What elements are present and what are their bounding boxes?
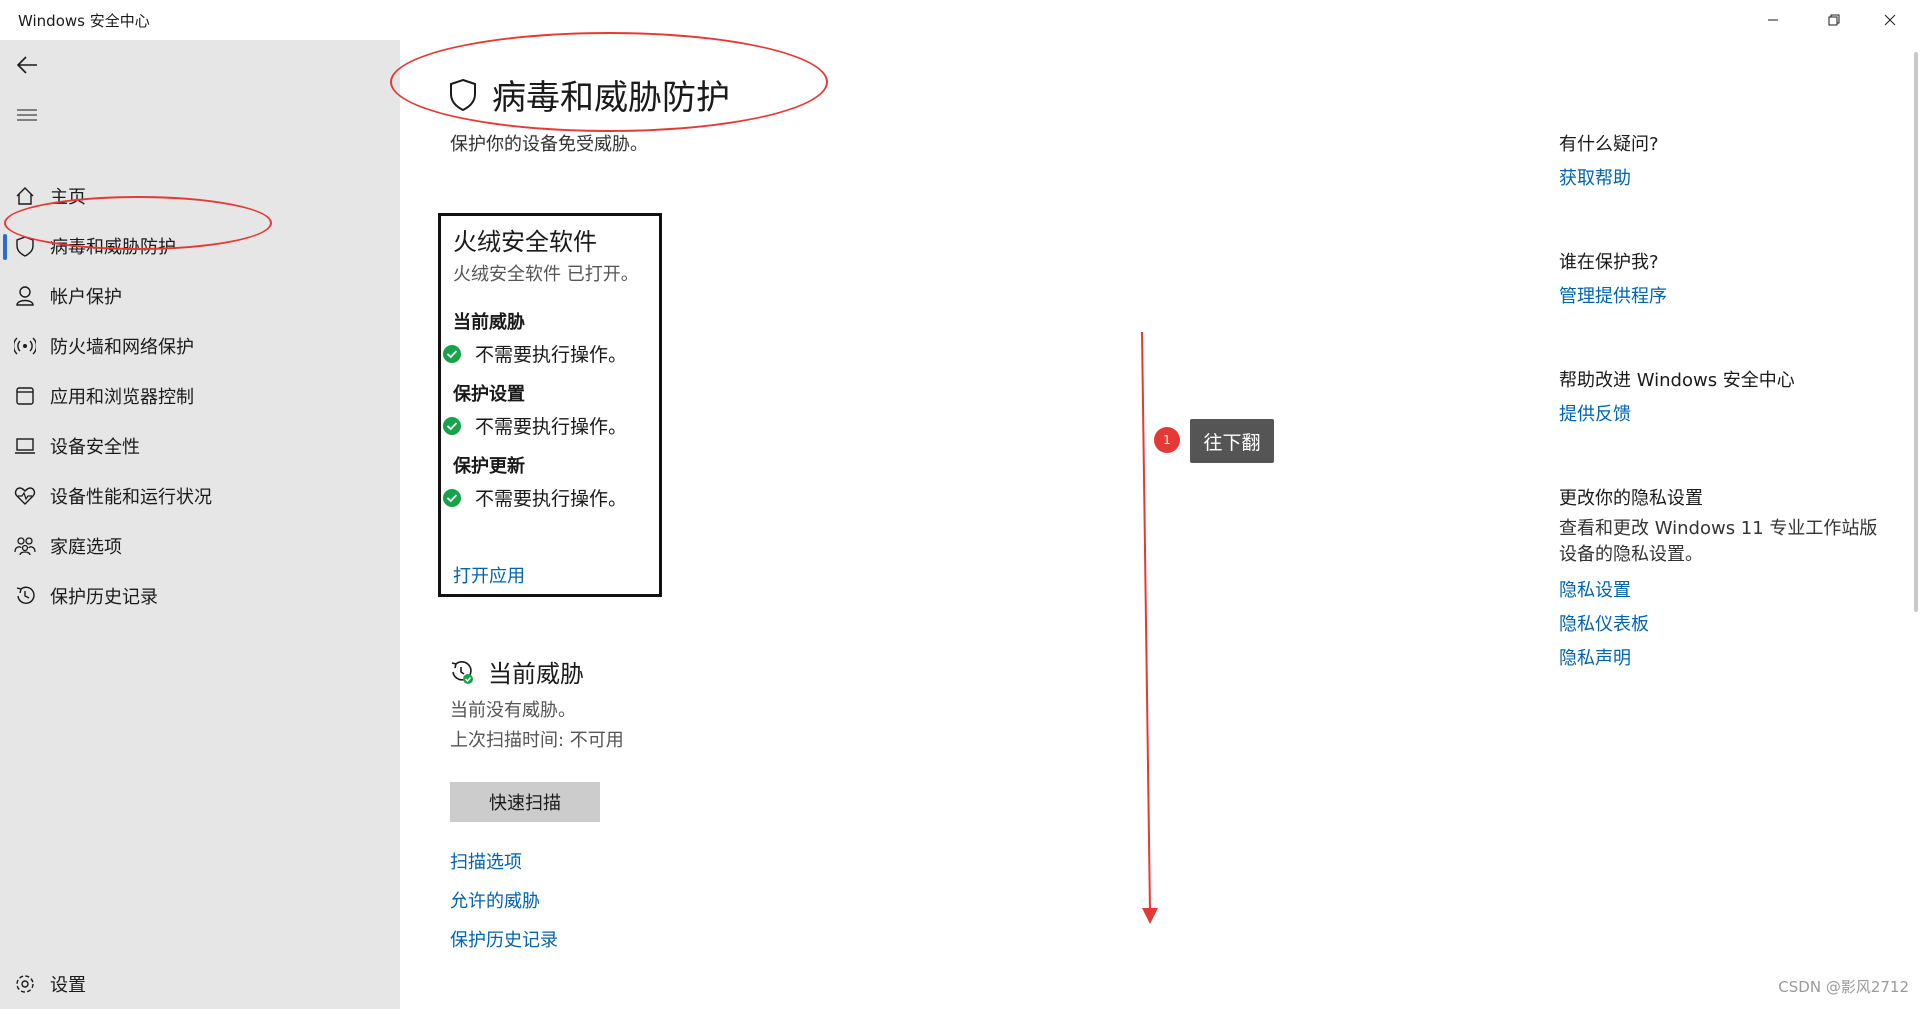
threats-status: 当前没有威胁。 (450, 700, 576, 721)
sidebar-item-label: 应用和浏览器控制 (50, 387, 194, 408)
sidebar-item-label: 家庭选项 (50, 537, 122, 558)
sidebar: 主页 病毒和威胁防护 帐户保护 防火墙和网络保护 应用和浏览器控制 设备安全性 … (0, 40, 400, 1009)
gear-icon (12, 971, 38, 997)
sidebar-item-label: 保护历史记录 (50, 587, 158, 608)
quick-scan-button[interactable]: 快速扫描 (450, 782, 600, 822)
annotation-ellipse-nav (4, 196, 272, 250)
section-status-row: 不需要执行操作。 (443, 412, 627, 439)
watermark: CSDN @影风2712 (1778, 978, 1909, 996)
section-heading: 当前威胁 (453, 312, 525, 333)
check-circle-icon (443, 344, 461, 363)
threats-header: 当前威胁 (448, 654, 584, 689)
threats-title: 当前威胁 (488, 660, 584, 688)
close-icon (1884, 14, 1896, 26)
sidebar-item-firewall[interactable]: 防火墙和网络保护 (0, 324, 400, 368)
section-heading: 保护设置 (453, 384, 525, 405)
person-icon (12, 283, 38, 309)
get-help-link[interactable]: 获取帮助 (1559, 164, 1889, 190)
annotation-down-arrow (1141, 331, 1158, 924)
allowed-threats-link[interactable]: 允许的威胁 (450, 887, 540, 913)
sidebar-item-family[interactable]: 家庭选项 (0, 524, 400, 568)
sidebar-item-device-security[interactable]: 设备安全性 (0, 424, 400, 468)
window-title: Windows 安全中心 (18, 12, 150, 30)
sidebar-item-protection-history[interactable]: 保护历史记录 (0, 574, 400, 618)
hamburger-menu-button[interactable] (12, 100, 42, 130)
provider-group: 谁在保护我? 管理提供程序 (1559, 248, 1889, 308)
scan-options-link[interactable]: 扫描选项 (450, 848, 522, 874)
check-circle-icon (443, 416, 461, 435)
section-status: 不需要执行操作。 (475, 416, 628, 438)
restore-icon (1828, 14, 1840, 26)
privacy-group: 更改你的隐私设置 查看和更改 Windows 11 专业工作站版 设备的隐私设置… (1559, 484, 1889, 670)
sidebar-item-label: 帐户保护 (50, 287, 122, 308)
help-heading: 有什么疑问? (1559, 134, 1659, 155)
settings-label: 设置 (50, 975, 86, 996)
check-circle-icon (443, 488, 461, 507)
minimize-button[interactable] (1745, 0, 1801, 40)
who-protects-heading: 谁在保护我? (1559, 252, 1659, 273)
wifi-icon (12, 333, 38, 359)
section-status: 不需要执行操作。 (475, 344, 628, 366)
privacy-heading: 更改你的隐私设置 (1559, 488, 1703, 509)
sidebar-item-label: 设备安全性 (50, 437, 140, 458)
back-button[interactable] (12, 50, 42, 80)
improve-heading: 帮助改进 Windows 安全中心 (1559, 370, 1795, 391)
protection-history-link[interactable]: 保护历史记录 (450, 926, 558, 952)
active-indicator (3, 234, 7, 260)
section-heading: 保护更新 (453, 456, 525, 477)
provider-name: 火绒安全软件 (453, 228, 597, 256)
app-browser-icon (12, 383, 38, 409)
current-threats-section: 当前威胁 当前没有威胁。 上次扫描时间: 不可用 (448, 654, 624, 751)
main-content: 病毒和威胁防护 保护你的设备免受威胁。 火绒安全软件 火绒安全软件 已打开。 当… (400, 40, 1921, 1009)
provider-card: 火绒安全软件 火绒安全软件 已打开。 当前威胁 不需要执行操作。 保护设置 不需… (438, 213, 662, 597)
minimize-icon (1768, 19, 1778, 21)
annotation-ellipse-title (390, 32, 828, 132)
restore-button[interactable] (1806, 0, 1862, 40)
title-bar: Windows 安全中心 (0, 0, 1921, 40)
privacy-settings-link[interactable]: 隐私设置 (1559, 576, 1889, 602)
feedback-group: 帮助改进 Windows 安全中心 提供反馈 (1559, 366, 1889, 426)
back-arrow-icon (16, 56, 37, 74)
sidebar-item-device-health[interactable]: 设备性能和运行状况 (0, 474, 400, 518)
last-scan-time: 上次扫描时间: 不可用 (450, 730, 624, 751)
open-app-link[interactable]: 打开应用 (453, 562, 525, 588)
manage-providers-link[interactable]: 管理提供程序 (1559, 282, 1889, 308)
family-icon (12, 533, 38, 559)
step-badge: 1 (1154, 427, 1180, 453)
provider-status: 火绒安全软件 已打开。 (453, 264, 639, 285)
scan-history-icon (451, 660, 473, 684)
history-icon (12, 583, 38, 609)
sidebar-item-app-browser[interactable]: 应用和浏览器控制 (0, 374, 400, 418)
laptop-icon (12, 433, 38, 459)
vertical-scrollbar[interactable] (1914, 52, 1918, 612)
heart-pulse-icon (12, 483, 38, 509)
scroll-down-tooltip: 往下翻 (1190, 419, 1274, 463)
close-button[interactable] (1862, 0, 1918, 40)
give-feedback-link[interactable]: 提供反馈 (1559, 400, 1889, 426)
windows-security-window: Windows 安全中心 主页 病毒和威胁防护 帐户保护 防火墙和网络保护 应用… (0, 0, 1921, 1009)
sidebar-item-label: 防火墙和网络保护 (50, 337, 194, 358)
hamburger-icon (17, 109, 37, 121)
section-status-row: 不需要执行操作。 (443, 340, 627, 367)
privacy-dashboard-link[interactable]: 隐私仪表板 (1559, 610, 1889, 636)
page-subtitle: 保护你的设备免受威胁。 (450, 134, 648, 155)
sidebar-item-label: 设备性能和运行状况 (50, 487, 212, 508)
section-status-row: 不需要执行操作。 (443, 484, 627, 511)
privacy-statement-link[interactable]: 隐私声明 (1559, 644, 1889, 670)
sidebar-item-account[interactable]: 帐户保护 (0, 274, 400, 318)
section-status: 不需要执行操作。 (475, 488, 628, 510)
help-group: 有什么疑问? 获取帮助 (1559, 130, 1889, 190)
privacy-description: 查看和更改 Windows 11 专业工作站版 设备的隐私设置。 (1559, 518, 1878, 565)
sidebar-item-settings[interactable]: 设置 (0, 962, 400, 1006)
